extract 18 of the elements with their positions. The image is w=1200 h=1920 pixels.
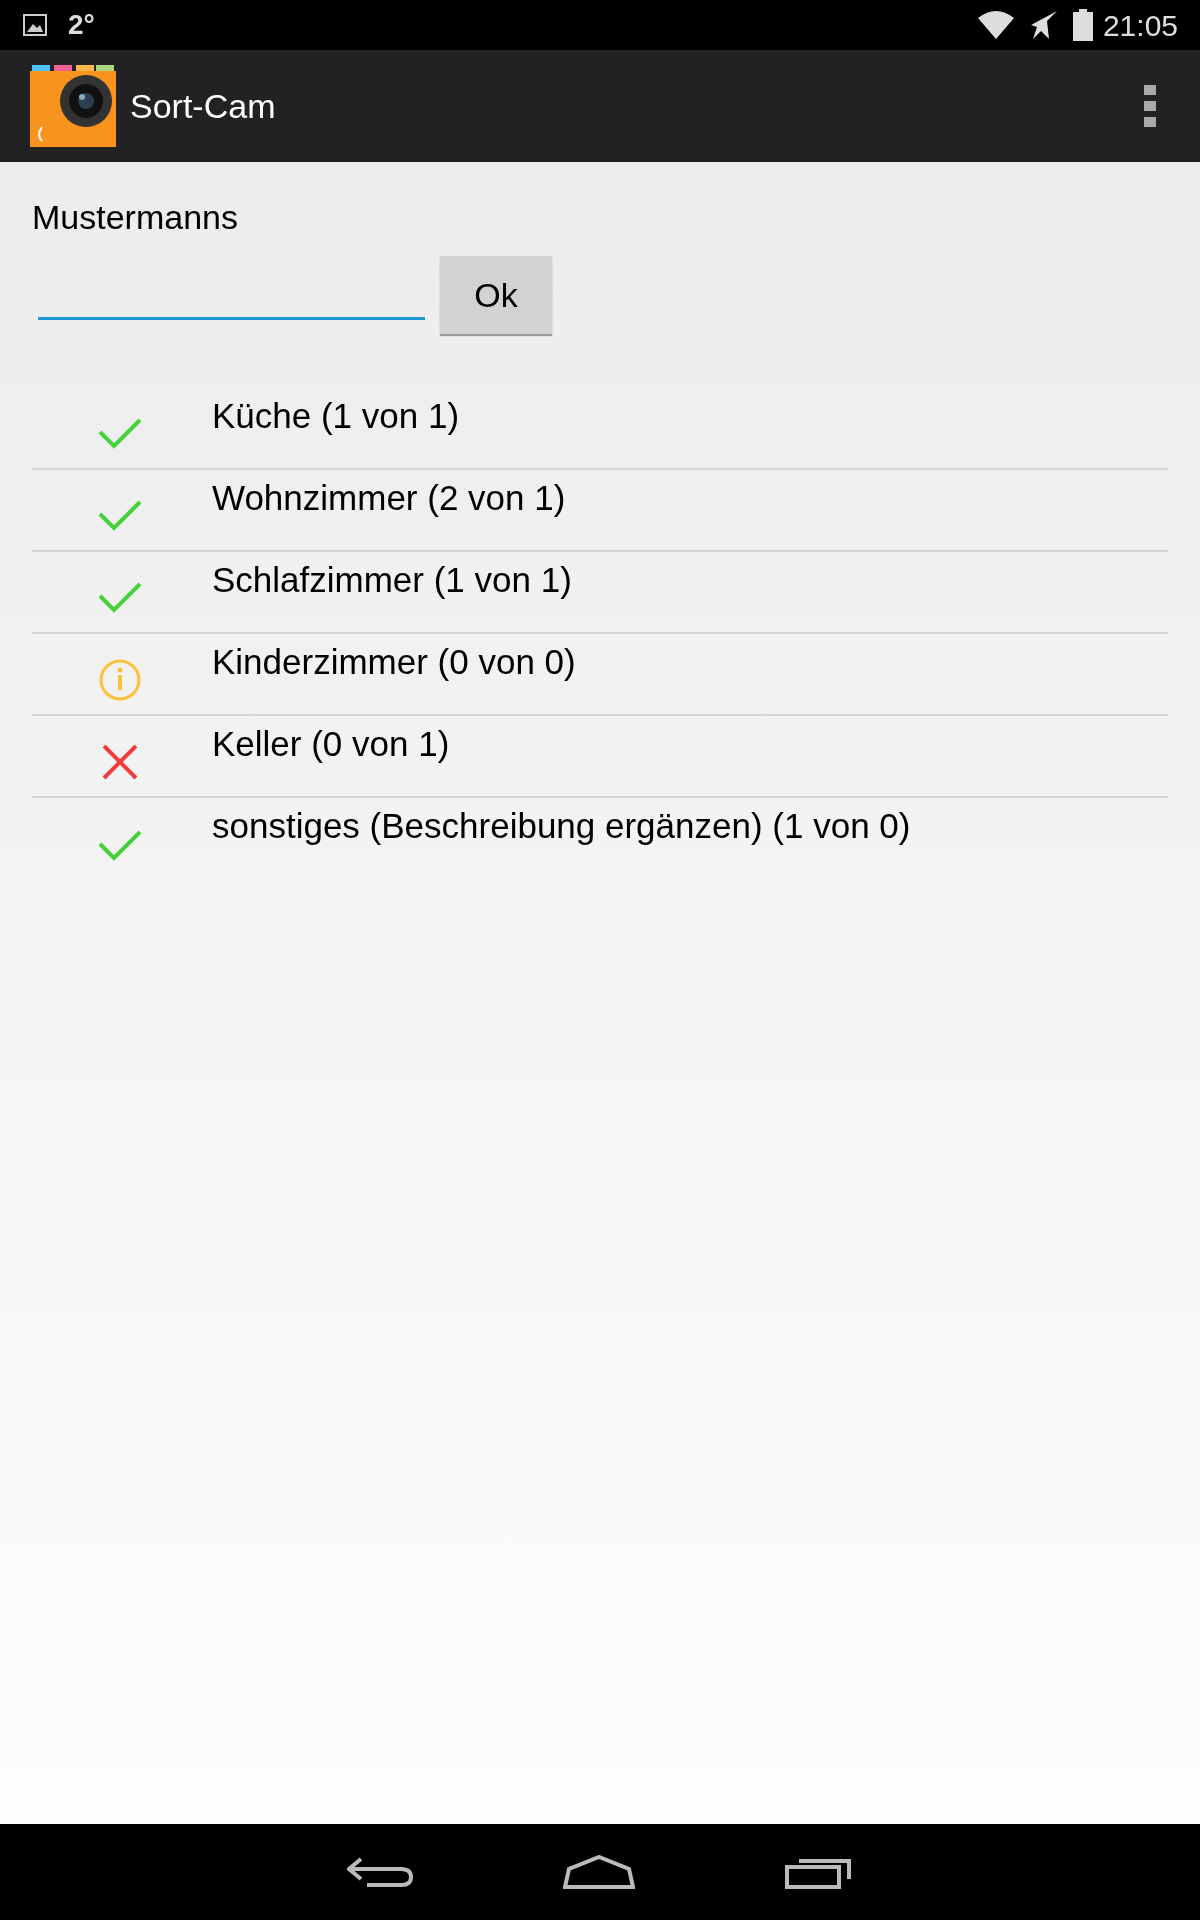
app-title: Sort-Cam	[130, 85, 276, 127]
clock: 21:05	[1102, 7, 1178, 44]
room-label[interactable]: Keller (0 von 1)	[212, 726, 450, 761]
picture-notification-icon	[22, 13, 48, 37]
battery-icon	[1072, 9, 1093, 41]
overflow-menu-icon[interactable]	[1144, 85, 1156, 127]
home-icon[interactable]	[563, 1855, 635, 1889]
ok-button[interactable]: Ok	[440, 256, 552, 334]
room-label[interactable]: Wohnzimmer (2 von 1)	[212, 480, 566, 515]
room-label[interactable]: Kinderzimmer (0 von 0)	[212, 644, 576, 679]
room-label[interactable]: Küche (1 von 1)	[212, 398, 460, 433]
room-label[interactable]: Schlafzimmer (1 von 1)	[212, 562, 572, 597]
wifi-icon	[976, 10, 1015, 40]
room-label[interactable]: sonstiges (Beschreibung ergänzen) (1 von 0)	[212, 808, 911, 843]
back-icon[interactable]	[347, 1855, 413, 1889]
app-logo-icon[interactable]	[30, 65, 116, 147]
name-label: Mustermanns	[32, 200, 239, 234]
temperature: 2°	[68, 8, 95, 42]
